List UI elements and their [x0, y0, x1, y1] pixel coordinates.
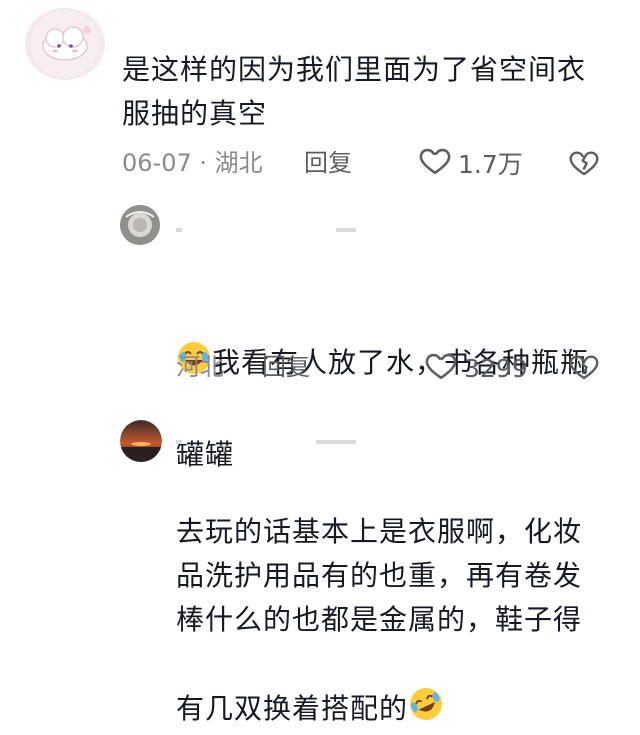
- comment-text: 去玩的话基本上是衣服啊，化妆 品洗护用品有的也重，再有卷发 棒什么的也都是金属的…: [176, 466, 626, 735]
- comment-meta: 06-07 · 湖北: [122, 148, 263, 178]
- comment-location: 河北: [176, 353, 224, 381]
- heart-outline-icon: [424, 348, 458, 388]
- username-blurred: [176, 440, 356, 444]
- username-blurred: [176, 228, 356, 232]
- dislike-button[interactable]: [568, 350, 600, 386]
- dislike-button[interactable]: [568, 146, 600, 182]
- reply-button[interactable]: 回复: [304, 148, 352, 178]
- like-count: 3299: [464, 353, 528, 383]
- avatar[interactable]: [25, 8, 105, 80]
- avatar[interactable]: [120, 205, 160, 245]
- comment-date: 06-07: [122, 149, 192, 177]
- like-button[interactable]: 3299: [424, 348, 528, 388]
- avatar[interactable]: [120, 420, 162, 462]
- heart-outline-icon: [418, 143, 452, 183]
- comment-location: 湖北: [214, 149, 263, 177]
- like-count: 1.7万: [458, 150, 523, 179]
- like-button[interactable]: 1.7万: [418, 143, 523, 183]
- reply-button[interactable]: 回复: [262, 352, 310, 382]
- broken-heart-icon: [568, 355, 600, 386]
- broken-heart-icon: [568, 151, 600, 182]
- comment-text: 是这样的因为我们里面为了省空间衣 服抽的真空: [122, 53, 587, 130]
- meta-separator: ·: [199, 149, 215, 177]
